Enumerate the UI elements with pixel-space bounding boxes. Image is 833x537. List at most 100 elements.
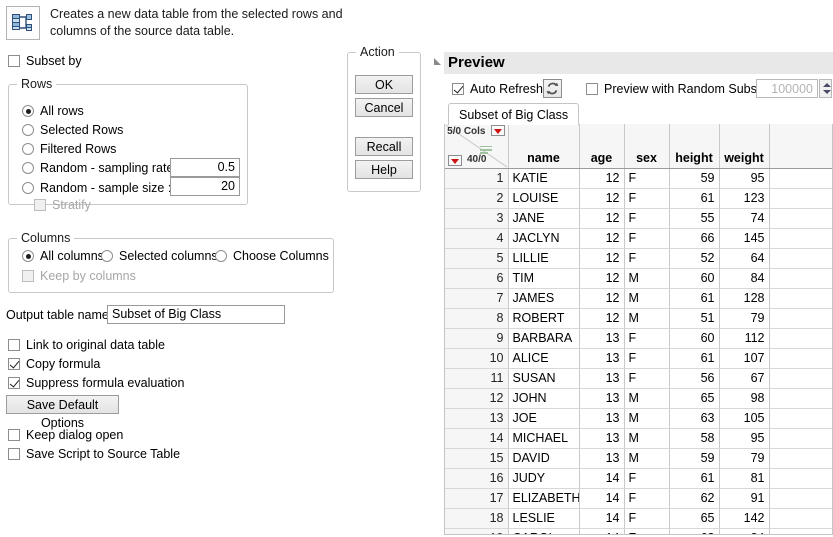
cell-weight[interactable]: 91 bbox=[719, 488, 769, 508]
row-number-cell[interactable]: 8 bbox=[445, 308, 508, 328]
cell-weight[interactable]: 142 bbox=[719, 508, 769, 528]
cell-height[interactable]: 63 bbox=[669, 528, 719, 535]
cell-sex[interactable]: M bbox=[624, 448, 669, 468]
cell-sex[interactable]: F bbox=[624, 168, 669, 188]
cell-age[interactable]: 13 bbox=[579, 348, 624, 368]
help-button[interactable]: Help bbox=[355, 160, 413, 179]
cell-height[interactable]: 58 bbox=[669, 428, 719, 448]
radio-all-columns[interactable]: All columns bbox=[22, 249, 104, 263]
cell-name[interactable]: JANE bbox=[508, 208, 579, 228]
row-number-cell[interactable]: 4 bbox=[445, 228, 508, 248]
save-script-checkbox[interactable] bbox=[8, 448, 20, 460]
cell-height[interactable]: 65 bbox=[669, 388, 719, 408]
cell-weight[interactable]: 79 bbox=[719, 448, 769, 468]
cell-weight[interactable]: 84 bbox=[719, 268, 769, 288]
cancel-button[interactable]: Cancel bbox=[355, 98, 413, 117]
row-number-cell[interactable]: 14 bbox=[445, 428, 508, 448]
cell-weight[interactable]: 98 bbox=[719, 388, 769, 408]
table-row[interactable]: 18LESLIE14F65142 bbox=[445, 508, 832, 528]
row-number-cell[interactable]: 10 bbox=[445, 348, 508, 368]
cell-weight[interactable]: 128 bbox=[719, 288, 769, 308]
save-script-row[interactable]: Save Script to Source Table bbox=[8, 447, 180, 461]
cell-weight[interactable]: 74 bbox=[719, 208, 769, 228]
cell-age[interactable]: 12 bbox=[579, 308, 624, 328]
save-default-options-button[interactable]: Save Default Options bbox=[6, 395, 119, 414]
cell-height[interactable]: 51 bbox=[669, 308, 719, 328]
copy-formula-row[interactable]: Copy formula bbox=[8, 357, 100, 371]
keep-dialog-open-row[interactable]: Keep dialog open bbox=[8, 428, 123, 442]
cell-height[interactable]: 55 bbox=[669, 208, 719, 228]
cell-name[interactable]: ROBERT bbox=[508, 308, 579, 328]
cell-sex[interactable]: F bbox=[624, 468, 669, 488]
suppress-formula-checkbox[interactable] bbox=[8, 377, 20, 389]
random-subset-size-stepper[interactable] bbox=[819, 79, 832, 98]
cell-weight[interactable]: 95 bbox=[719, 428, 769, 448]
row-number-cell[interactable]: 15 bbox=[445, 448, 508, 468]
cell-height[interactable]: 60 bbox=[669, 268, 719, 288]
row-number-cell[interactable]: 6 bbox=[445, 268, 508, 288]
cell-height[interactable]: 61 bbox=[669, 468, 719, 488]
preview-data-table[interactable]: 5/0 Cols 40/0 name age sex height weight… bbox=[444, 124, 833, 535]
row-number-cell[interactable]: 7 bbox=[445, 288, 508, 308]
cell-height[interactable]: 59 bbox=[669, 448, 719, 468]
recall-button[interactable]: Recall bbox=[355, 137, 413, 156]
table-row[interactable]: 2LOUISE12F61123 bbox=[445, 188, 832, 208]
row-number-cell[interactable]: 9 bbox=[445, 328, 508, 348]
stepper-up-icon[interactable] bbox=[823, 83, 831, 87]
table-row[interactable]: 10ALICE13F61107 bbox=[445, 348, 832, 368]
choose-columns-radio[interactable] bbox=[215, 250, 227, 262]
row-number-cell[interactable]: 13 bbox=[445, 408, 508, 428]
cell-age[interactable]: 14 bbox=[579, 488, 624, 508]
cell-sex[interactable]: F bbox=[624, 488, 669, 508]
radio-sampling-rate[interactable]: Random - sampling rate : bbox=[22, 161, 180, 175]
cell-age[interactable]: 12 bbox=[579, 268, 624, 288]
column-header-height[interactable]: height bbox=[669, 124, 719, 168]
row-number-cell[interactable]: 17 bbox=[445, 488, 508, 508]
copy-formula-checkbox[interactable] bbox=[8, 358, 20, 370]
cell-name[interactable]: SUSAN bbox=[508, 368, 579, 388]
cell-name[interactable]: LESLIE bbox=[508, 508, 579, 528]
table-row[interactable]: 13JOE13M63105 bbox=[445, 408, 832, 428]
keep-dialog-open-checkbox[interactable] bbox=[8, 429, 20, 441]
cell-weight[interactable]: 84 bbox=[719, 528, 769, 535]
cell-sex[interactable]: F bbox=[624, 368, 669, 388]
all-rows-radio[interactable] bbox=[22, 105, 34, 117]
tab-subset-of-big-class[interactable]: Subset of Big Class bbox=[448, 103, 579, 125]
table-row[interactable]: 1KATIE12F5995 bbox=[445, 168, 832, 188]
table-row[interactable]: 4JACLYN12F66145 bbox=[445, 228, 832, 248]
cell-age[interactable]: 13 bbox=[579, 448, 624, 468]
cell-age[interactable]: 14 bbox=[579, 468, 624, 488]
cols-menu-icon[interactable] bbox=[491, 125, 505, 136]
radio-sample-size[interactable]: Random - sample size : bbox=[22, 181, 171, 195]
table-row[interactable]: 9BARBARA13F60112 bbox=[445, 328, 832, 348]
cell-age[interactable]: 13 bbox=[579, 428, 624, 448]
radio-selected-columns[interactable]: Selected columns bbox=[101, 249, 218, 263]
cell-age[interactable]: 12 bbox=[579, 288, 624, 308]
cell-height[interactable]: 66 bbox=[669, 228, 719, 248]
ok-button[interactable]: OK bbox=[355, 75, 413, 94]
cell-weight[interactable]: 95 bbox=[719, 168, 769, 188]
row-number-cell[interactable]: 16 bbox=[445, 468, 508, 488]
cell-name[interactable]: JAMES bbox=[508, 288, 579, 308]
cell-height[interactable]: 63 bbox=[669, 408, 719, 428]
cell-name[interactable]: JOHN bbox=[508, 388, 579, 408]
cell-sex[interactable]: M bbox=[624, 428, 669, 448]
rows-menu-icon[interactable] bbox=[448, 155, 462, 166]
cell-name[interactable]: LOUISE bbox=[508, 188, 579, 208]
column-header-weight[interactable]: weight bbox=[719, 124, 769, 168]
cell-sex[interactable]: F bbox=[624, 248, 669, 268]
table-row[interactable]: 11SUSAN13F5667 bbox=[445, 368, 832, 388]
cell-sex[interactable]: F bbox=[624, 528, 669, 535]
random-subset-row[interactable]: Preview with Random Subset bbox=[586, 82, 767, 96]
row-number-cell[interactable]: 11 bbox=[445, 368, 508, 388]
cell-sex[interactable]: F bbox=[624, 348, 669, 368]
cell-age[interactable]: 12 bbox=[579, 228, 624, 248]
cell-height[interactable]: 61 bbox=[669, 348, 719, 368]
selected-columns-radio[interactable] bbox=[101, 250, 113, 262]
auto-refresh-checkbox[interactable] bbox=[452, 83, 464, 95]
row-number-cell[interactable]: 5 bbox=[445, 248, 508, 268]
table-row[interactable]: 6TIM12M6084 bbox=[445, 268, 832, 288]
link-original-row[interactable]: Link to original data table bbox=[8, 338, 165, 352]
table-row[interactable]: 17ELIZABETH14F6291 bbox=[445, 488, 832, 508]
cell-name[interactable]: DAVID bbox=[508, 448, 579, 468]
